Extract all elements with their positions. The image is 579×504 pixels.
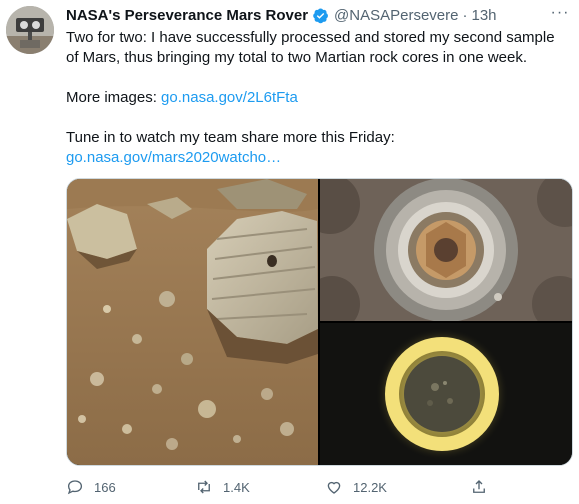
timestamp[interactable]: 13h [471, 7, 496, 24]
separator-dot: · [462, 6, 468, 24]
verified-badge-icon [312, 7, 329, 24]
like-icon [327, 481, 341, 494]
avatar[interactable] [6, 6, 54, 54]
more-images-link[interactable]: go.nasa.gov/2L6tFta [161, 89, 298, 106]
tweet-line-1: Two for two: I have successfully process… [66, 29, 555, 66]
retweet-count: 1.4K [223, 479, 250, 495]
tweet: NASA's Perseverance Mars Rover @NASAPers… [0, 0, 579, 504]
watch-link[interactable]: go.nasa.gov/mars2020watcho… [66, 149, 281, 166]
author-handle[interactable]: @NASAPersevere [334, 7, 458, 24]
author-name[interactable]: NASA's Perseverance Mars Rover [66, 7, 308, 24]
reply-icon [67, 480, 83, 495]
retweet-icon [198, 480, 210, 494]
reply-count: 166 [94, 479, 116, 495]
tweet-text: Two for two: I have successfully process… [66, 28, 571, 168]
like-button[interactable]: 12.2K [325, 476, 387, 498]
like-count: 12.2K [353, 479, 387, 495]
more-images-label: More images: [66, 89, 162, 106]
media-grid [66, 178, 573, 466]
share-button[interactable] [470, 476, 498, 498]
more-images-line: More images: go.nasa.gov/2L6tFta [66, 88, 571, 108]
retweet-button[interactable]: 1.4K [195, 476, 250, 498]
media-image-sample-glow[interactable] [320, 323, 572, 465]
media-image-terrain[interactable] [67, 179, 318, 465]
tune-in-text: Tune in to watch my team share more this… [66, 129, 395, 146]
media-image-sample-tube[interactable] [300, 179, 572, 332]
more-icon[interactable]: ··· [549, 4, 571, 22]
action-bar: 166 1.4K 12.2K [66, 476, 571, 498]
reply-button[interactable]: 166 [66, 476, 116, 498]
share-icon [473, 480, 485, 493]
tweet-header: NASA's Perseverance Mars Rover @NASAPers… [66, 4, 579, 26]
